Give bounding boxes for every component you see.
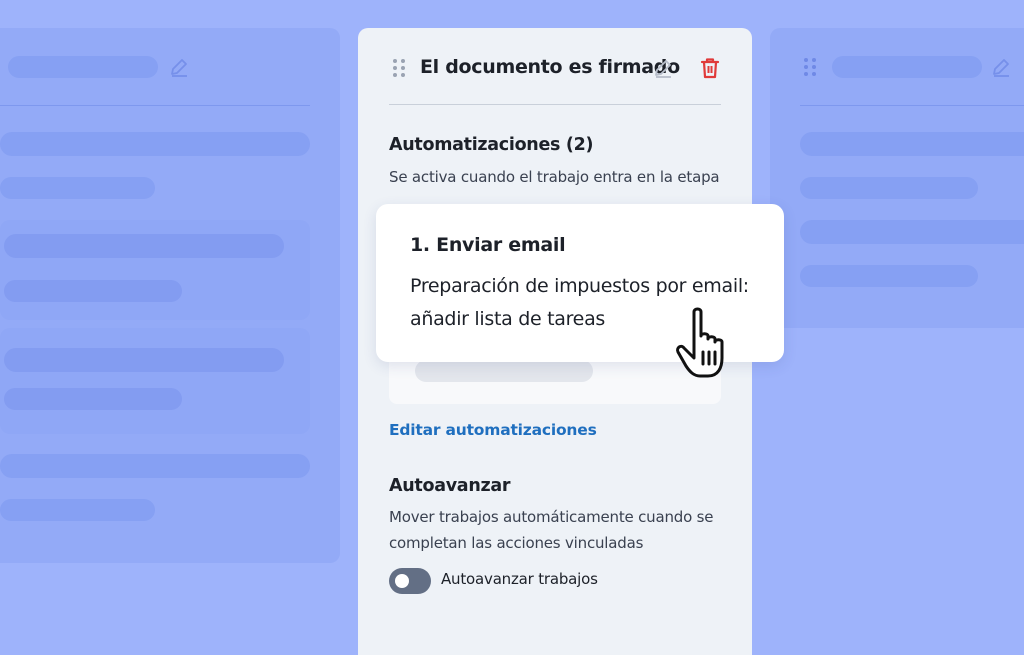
autoadvance-description: Mover trabajos automáticamente cuando se… bbox=[389, 508, 714, 552]
trash-icon[interactable] bbox=[699, 56, 721, 80]
pencil-icon bbox=[993, 59, 1009, 77]
placeholder-bar bbox=[800, 265, 978, 287]
placeholder-bar bbox=[0, 132, 310, 156]
stage-title: El documento es firmado bbox=[420, 56, 680, 78]
placeholder-bar bbox=[0, 177, 155, 199]
autoadvance-toggle-label: Autoavanzar trabajos bbox=[441, 570, 598, 588]
autoadvance-toggle[interactable] bbox=[389, 568, 431, 594]
automation-title: 1. Enviar email bbox=[410, 234, 566, 256]
drag-handle-icon bbox=[804, 58, 816, 76]
background-stage-column-left bbox=[0, 28, 340, 563]
placeholder-divider bbox=[0, 105, 310, 106]
hand-pointer-cursor-icon bbox=[676, 307, 724, 378]
placeholder-bar bbox=[0, 454, 310, 478]
background-stage-column-right bbox=[770, 28, 1024, 328]
placeholder-title bbox=[8, 56, 158, 78]
placeholder-bar bbox=[800, 177, 978, 199]
pencil-icon[interactable] bbox=[652, 57, 674, 79]
autoadvance-heading: Autoavanzar bbox=[389, 476, 511, 496]
placeholder-card bbox=[0, 220, 310, 320]
panel-divider bbox=[389, 104, 721, 105]
placeholder-card bbox=[0, 328, 310, 434]
placeholder-bar bbox=[415, 360, 593, 382]
placeholder-bar bbox=[800, 220, 1024, 244]
edit-automations-link[interactable]: Editar automatizaciones bbox=[389, 421, 597, 439]
automations-heading: Automatizaciones (2) bbox=[389, 135, 594, 155]
panel-header: El documento es firmado bbox=[358, 28, 752, 108]
placeholder-bar bbox=[800, 132, 1024, 156]
pencil-icon bbox=[171, 59, 187, 77]
drag-handle-icon[interactable] bbox=[391, 57, 407, 79]
automations-description: Se activa cuando el trabajo entra en la … bbox=[389, 168, 720, 186]
placeholder-divider bbox=[800, 105, 1024, 106]
toggle-knob bbox=[395, 574, 409, 588]
placeholder-bar bbox=[0, 499, 155, 521]
placeholder-title bbox=[832, 56, 982, 78]
